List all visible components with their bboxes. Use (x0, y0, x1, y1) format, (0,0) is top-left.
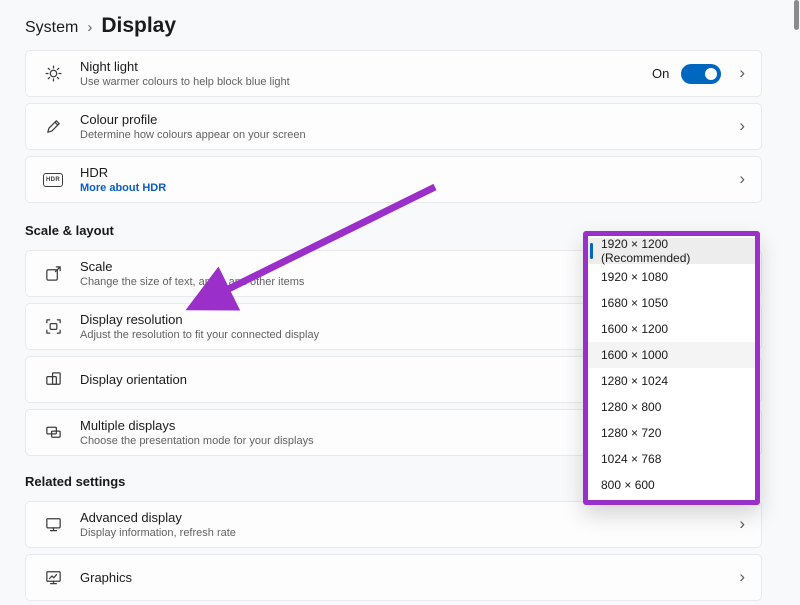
setting-title: Scale (80, 259, 304, 274)
setting-subtitle: Use warmer colours to help block blue li… (80, 76, 290, 88)
resolution-option[interactable]: 1920 × 1080 (588, 264, 755, 290)
setting-subtitle: Display information, refresh rate (80, 527, 236, 539)
hdr-icon: HDR (42, 173, 64, 187)
setting-title: Multiple displays (80, 418, 314, 433)
more-about-hdr-link[interactable]: More about HDR (80, 182, 166, 194)
resolution-option[interactable]: 1920 × 1200 (Recommended) (588, 238, 755, 264)
setting-subtitle: Choose the presentation mode for your di… (80, 435, 314, 447)
scale-icon (42, 264, 64, 283)
breadcrumb-system-link[interactable]: System (25, 19, 78, 37)
resolution-option[interactable]: 1680 × 1050 (588, 290, 755, 316)
breadcrumb-separator-icon: › (87, 19, 92, 36)
setting-row-night-light[interactable]: Night light Use warmer colours to help b… (25, 50, 762, 97)
setting-subtitle: Adjust the resolution to fit your connec… (80, 329, 319, 341)
scrollbar-thumb[interactable] (794, 0, 799, 30)
resolution-option[interactable]: 1024 × 768 (588, 446, 755, 472)
multiple-displays-icon (42, 423, 64, 442)
resolution-dropdown-menu: 1920 × 1200 (Recommended) 1920 × 1080 16… (583, 231, 760, 505)
setting-subtitle: Determine how colours appear on your scr… (80, 129, 306, 141)
toggle-state-label: On (652, 66, 669, 81)
setting-title: Display resolution (80, 312, 319, 327)
resolution-option[interactable]: 1280 × 1024 (588, 368, 755, 394)
setting-row-graphics[interactable]: Graphics › (25, 554, 762, 601)
setting-title: HDR (80, 165, 166, 180)
chevron-right-icon: › (739, 117, 745, 136)
chevron-right-icon: › (739, 170, 745, 189)
setting-row-hdr[interactable]: HDR HDR More about HDR › (25, 156, 762, 203)
night-light-toggle[interactable] (681, 64, 721, 84)
breadcrumb: System › Display (25, 14, 762, 38)
colour-profile-icon (42, 117, 64, 136)
chevron-right-icon: › (739, 568, 745, 587)
chevron-right-icon: › (739, 515, 745, 534)
graphics-icon (42, 568, 64, 587)
setting-title: Advanced display (80, 510, 236, 525)
setting-row-advanced-display[interactable]: Advanced display Display information, re… (25, 501, 762, 548)
resolution-option[interactable]: 1600 × 1200 (588, 316, 755, 342)
setting-title: Night light (80, 59, 290, 74)
setting-row-colour-profile[interactable]: Colour profile Determine how colours app… (25, 103, 762, 150)
chevron-right-icon: › (739, 64, 745, 83)
resolution-option[interactable]: 800 × 600 (588, 472, 755, 498)
advanced-display-icon (42, 515, 64, 534)
page-title: Display (101, 14, 176, 38)
resolution-option[interactable]: 1280 × 720 (588, 420, 755, 446)
display-orientation-icon (42, 370, 64, 389)
resolution-option[interactable]: 1600 × 1000 (588, 342, 755, 368)
setting-title: Display orientation (80, 372, 187, 387)
resolution-option[interactable]: 1280 × 800 (588, 394, 755, 420)
display-resolution-icon (42, 317, 64, 336)
night-light-icon (42, 64, 64, 83)
setting-subtitle: Change the size of text, apps, and other… (80, 276, 304, 288)
setting-title: Graphics (80, 570, 132, 585)
setting-title: Colour profile (80, 112, 306, 127)
